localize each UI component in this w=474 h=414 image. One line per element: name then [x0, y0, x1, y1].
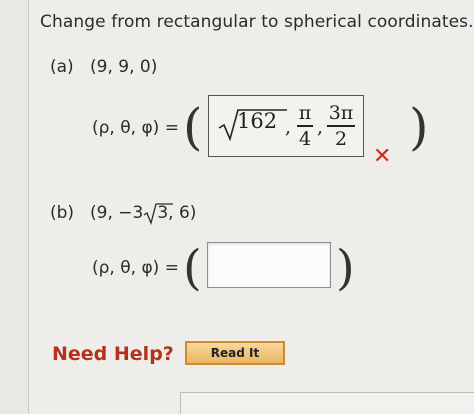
- part-b-point: (9, −3 3, 6): [90, 203, 196, 226]
- read-it-button[interactable]: Read It: [185, 341, 285, 365]
- part-a-phi-denominator: 2: [334, 127, 348, 150]
- part-a-answer-box[interactable]: 162 , π 4 , 3π 2: [208, 95, 364, 157]
- part-a-comma-1: ,: [285, 116, 292, 138]
- part-a-right-paren: ): [409, 98, 429, 156]
- part-a-rho-radicand: 162: [237, 109, 278, 133]
- part-a-theta-bar: [297, 125, 313, 127]
- need-help-label: Need Help?: [52, 343, 174, 365]
- part-a-phi-fraction: 3π 2: [327, 102, 355, 150]
- part-a-label: (a): [50, 57, 74, 77]
- part-a-phi-numerator: 3π: [328, 102, 354, 124]
- part-a-point: (9, 9, 0): [90, 57, 158, 77]
- wrong-x-icon: ✕: [373, 144, 392, 169]
- sqrt-symbol-icon: [143, 203, 174, 226]
- part-b-left-paren: (: [183, 240, 202, 296]
- part-a-left-paren: (: [183, 98, 203, 156]
- part-b-right-paren: ): [336, 240, 355, 296]
- part-a-theta-fraction: π 4: [297, 102, 313, 150]
- part-a-phi-bar: [327, 125, 355, 127]
- part-b-label: (b): [50, 203, 75, 223]
- part-a-comma-2: ,: [317, 116, 324, 138]
- part-a-theta-numerator: π: [298, 102, 312, 124]
- problem-title: Change from rectangular to spherical coo…: [40, 12, 474, 32]
- part-b-sqrt: 3: [143, 203, 174, 226]
- part-a-lhs: (ρ, θ, φ) =: [92, 118, 179, 138]
- bottom-region: [180, 392, 474, 414]
- part-b-lhs: (ρ, θ, φ) =: [92, 258, 179, 278]
- part-a-theta-denominator: 4: [298, 127, 312, 150]
- part-b-answer-input[interactable]: [207, 242, 331, 288]
- part-b-point-prefix: (9, −3: [90, 203, 144, 223]
